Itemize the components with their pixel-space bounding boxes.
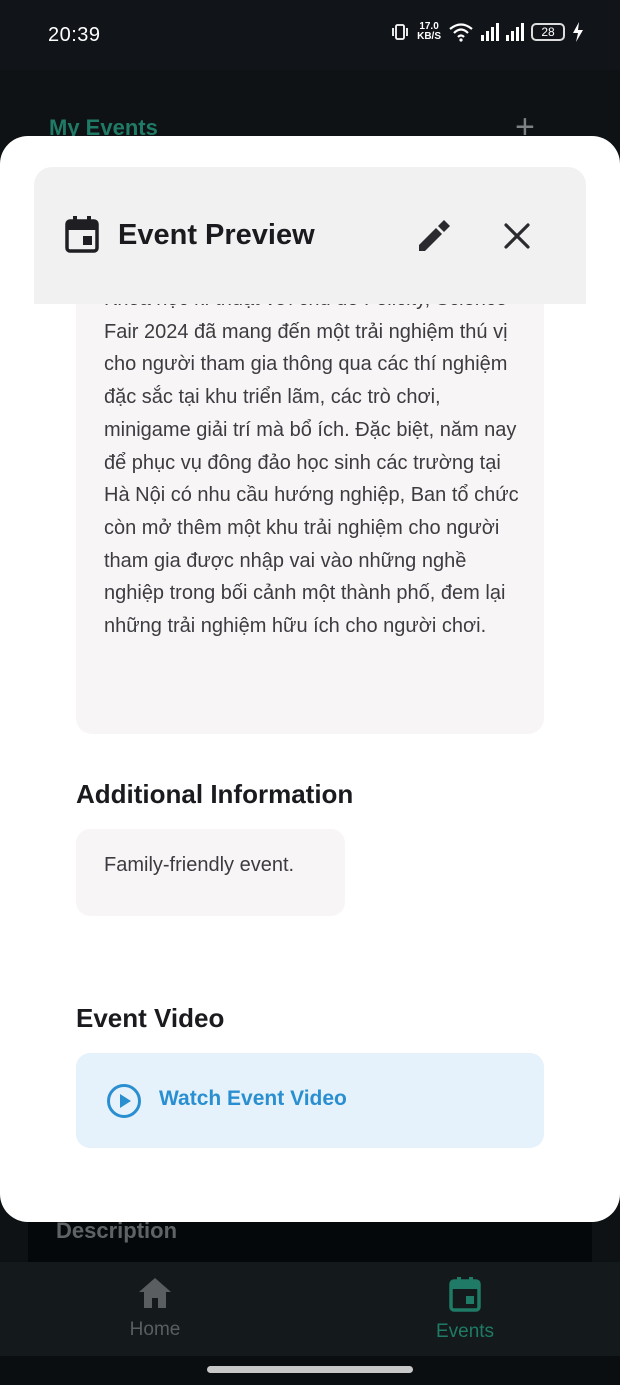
nav-item-events[interactable]: Events [395, 1276, 535, 1343]
event-preview-modal: Khoa học kĩ thuật với chủ đề Felicity, S… [0, 136, 620, 1222]
nav-label-home: Home [129, 1319, 181, 1340]
watch-video-button[interactable]: Watch Event Video [76, 1053, 544, 1148]
vibrate-icon [392, 24, 408, 40]
gesture-area [0, 1356, 620, 1385]
status-time: 20:39 [48, 24, 101, 46]
play-circle-icon [107, 1084, 141, 1118]
bottom-navigation: Home Events [0, 1262, 620, 1356]
nav-item-home[interactable]: Home [85, 1276, 225, 1341]
edit-pencil-icon[interactable] [414, 217, 452, 255]
modal-title: Event Preview [118, 219, 315, 251]
close-icon[interactable] [498, 217, 536, 255]
signal-icon-2 [506, 23, 524, 41]
description-card: Khoa học kĩ thuật với chủ đề Felicity, S… [76, 256, 544, 734]
wifi-icon [449, 23, 473, 42]
event-description: Khoa học kĩ thuật với chủ đề Felicity, S… [104, 288, 519, 638]
additional-info-title: Additional Information [76, 779, 354, 809]
watch-video-label: Watch Event Video [159, 1087, 347, 1110]
calendar-icon [449, 1277, 481, 1312]
network-speed: 17.0 KB/S [417, 21, 441, 42]
modal-header: Event Preview [34, 167, 586, 304]
event-video-title: Event Video [76, 1003, 225, 1033]
additional-info-card: Family-friendly event. [76, 829, 345, 916]
nav-label-events: Events [435, 1321, 495, 1342]
gesture-handle[interactable] [207, 1366, 413, 1373]
calendar-icon [65, 216, 99, 253]
charging-icon [573, 22, 583, 42]
additional-info-text: Family-friendly event. [104, 854, 295, 876]
home-icon [139, 1278, 171, 1308]
signal-icon [481, 23, 499, 41]
battery-icon: 28 [531, 23, 565, 41]
status-icons: 17.0 KB/S 28 [390, 22, 584, 42]
status-bar: 20:39 17.0 KB/S 28 [0, 0, 620, 70]
